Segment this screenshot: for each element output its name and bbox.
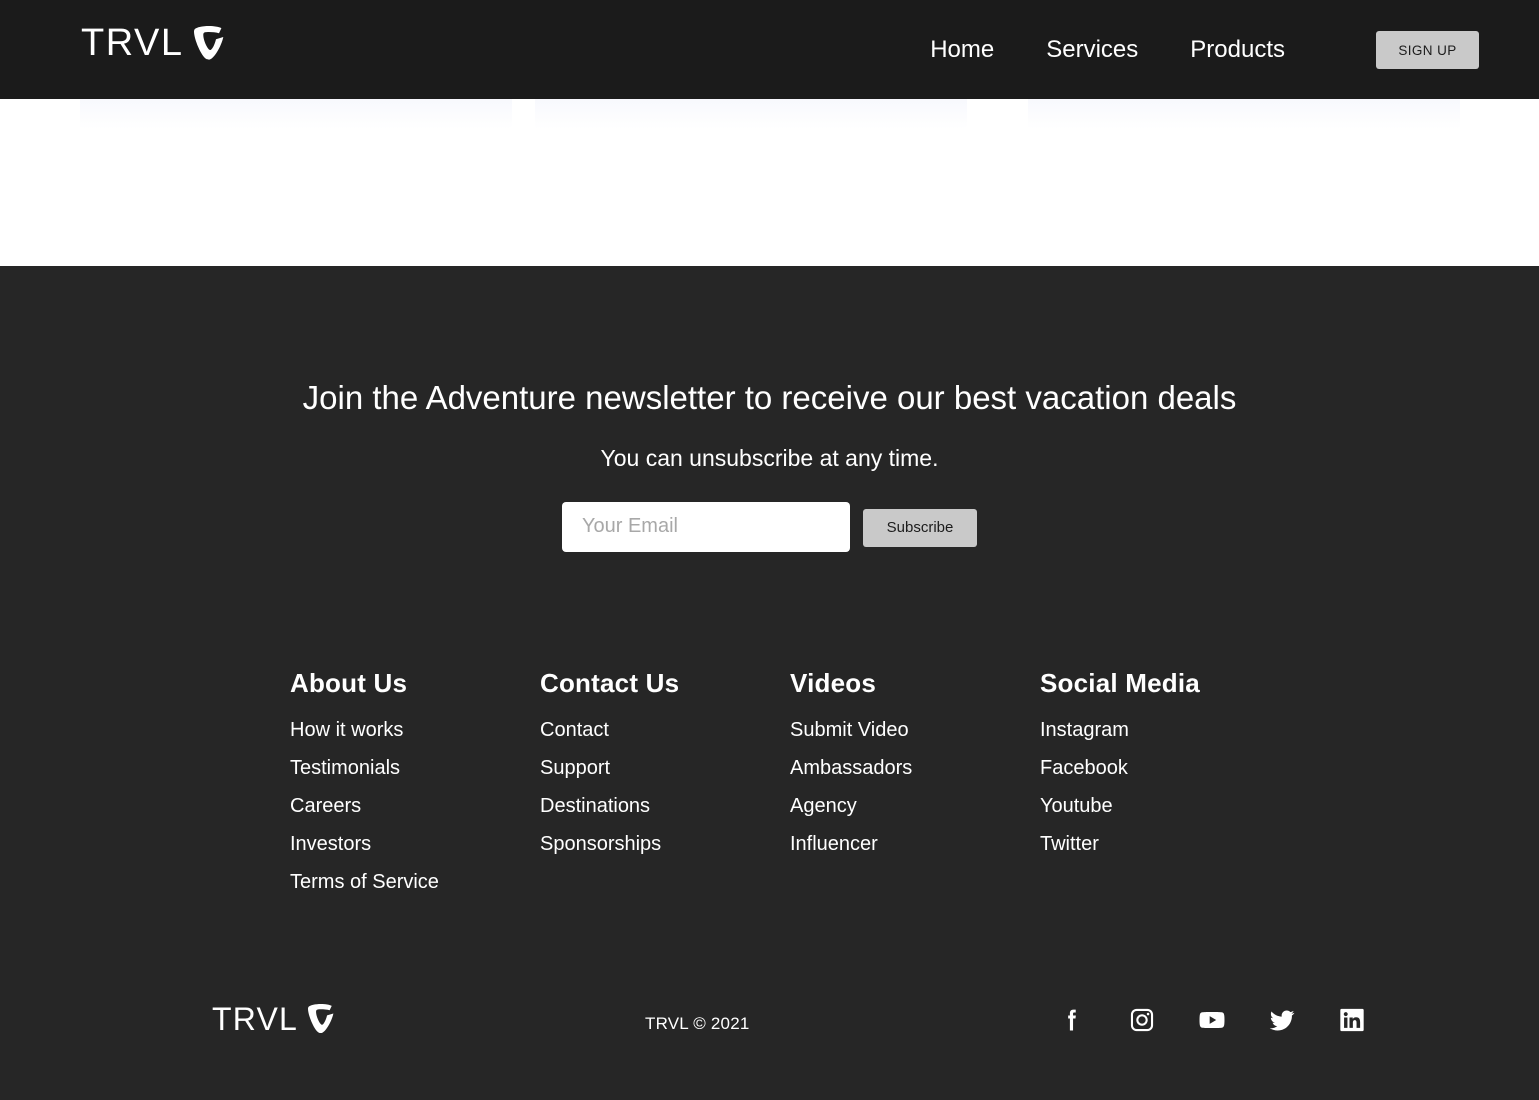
copyright-text: TRVL © 2021 (645, 1014, 750, 1033)
youtube-icon[interactable] (1198, 1006, 1226, 1034)
footer-link-facebook[interactable]: Facebook (1040, 758, 1290, 778)
footer-column-about-us: About Us How it works Testimonials Caree… (290, 670, 540, 910)
footer-link-support[interactable]: Support (540, 758, 790, 778)
nav-link-products[interactable]: Products (1164, 37, 1311, 62)
footer-link-influencer[interactable]: Influencer (790, 834, 1040, 854)
page-root: TRVL Home Services Products SIGN UP Join… (0, 0, 1539, 1100)
content-band (0, 99, 1539, 266)
site-footer: Join the Adventure newsletter to receive… (0, 266, 1539, 1100)
footer-link-how-it-works[interactable]: How it works (290, 720, 540, 740)
nav-link-services[interactable]: Services (1020, 37, 1164, 62)
nav-link-home[interactable]: Home (904, 37, 1020, 62)
typo3-shield-icon (194, 26, 224, 60)
main-navigation: Home Services Products (904, 0, 1311, 99)
footer-column-social-media: Social Media Instagram Facebook Youtube … (1040, 670, 1290, 910)
footer-link-submit-video[interactable]: Submit Video (790, 720, 1040, 740)
footer-link-contact[interactable]: Contact (540, 720, 790, 740)
content-card-partial (80, 99, 512, 129)
twitter-icon[interactable] (1268, 1006, 1296, 1034)
header-inner: TRVL Home Services Products SIGN UP (0, 0, 1539, 99)
email-input[interactable] (562, 501, 850, 552)
footer-link-twitter[interactable]: Twitter (1040, 834, 1290, 854)
newsletter-subtitle: You can unsubscribe at any time. (600, 444, 939, 471)
footer-column-title: Social Media (1040, 668, 1200, 698)
footer-link-agency[interactable]: Agency (790, 796, 1040, 816)
newsletter-section: Join the Adventure newsletter to receive… (0, 266, 1539, 552)
footer-column-videos: Videos Submit Video Ambassadors Agency I… (790, 670, 1040, 910)
footer-column-contact-us: Contact Us Contact Support Destinations … (540, 670, 790, 910)
typo3-shield-icon (308, 1004, 334, 1034)
footer-link-investors[interactable]: Investors (290, 834, 540, 854)
site-logo[interactable]: TRVL (81, 24, 224, 62)
logo-wordmark: TRVL (81, 22, 184, 64)
footer-link-sponsorships[interactable]: Sponsorships (540, 834, 790, 854)
footer-column-title: Videos (790, 668, 876, 698)
facebook-icon[interactable] (1058, 1006, 1086, 1034)
newsletter-form: Subscribe (0, 501, 1539, 552)
footer-bottom-bar: TRVL TRVL © 2021 (0, 986, 1539, 1100)
social-icon-row (1058, 1006, 1366, 1034)
footer-column-title: About Us (290, 668, 408, 698)
content-card-partial (535, 99, 967, 129)
footer-link-instagram[interactable]: Instagram (1040, 720, 1290, 740)
content-card-partial (1028, 99, 1460, 129)
subscribe-button[interactable]: Subscribe (863, 508, 977, 547)
footer-link-careers[interactable]: Careers (290, 796, 540, 816)
footer-link-youtube[interactable]: Youtube (1040, 796, 1290, 816)
footer-link-destinations[interactable]: Destinations (540, 796, 790, 816)
footer-logo[interactable]: TRVL (212, 1003, 334, 1035)
instagram-icon[interactable] (1128, 1006, 1156, 1034)
sign-up-button[interactable]: SIGN UP (1376, 31, 1479, 69)
footer-link-testimonials[interactable]: Testimonials (290, 758, 540, 778)
footer-column-title: Contact Us (540, 668, 680, 698)
site-header: TRVL Home Services Products SIGN UP (0, 0, 1539, 99)
footer-link-ambassadors[interactable]: Ambassadors (790, 758, 1040, 778)
newsletter-title: Join the Adventure newsletter to receive… (302, 379, 1237, 416)
footer-logo-wordmark: TRVL (212, 1001, 299, 1037)
linkedin-icon[interactable] (1338, 1006, 1366, 1034)
footer-link-terms-of-service[interactable]: Terms of Service (290, 872, 540, 892)
footer-link-columns: About Us How it works Testimonials Caree… (290, 670, 1290, 910)
